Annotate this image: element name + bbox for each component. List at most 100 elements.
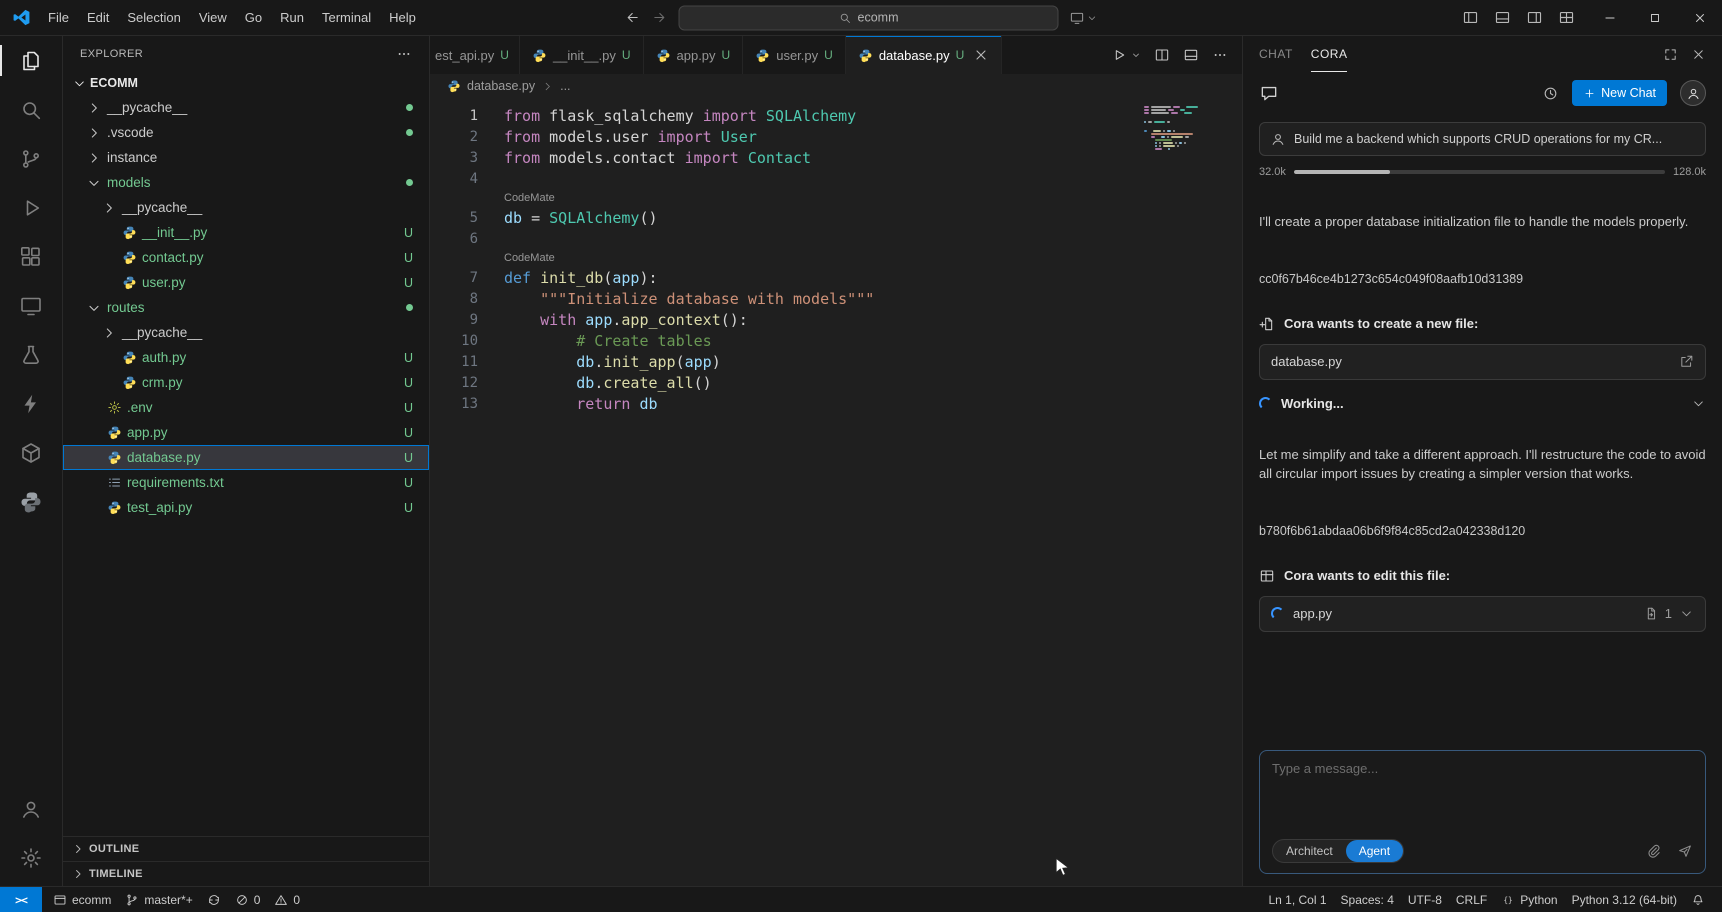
code-editor[interactable]: 1from flask_sqlalchemy import SQLAlchemy… bbox=[430, 98, 1242, 886]
remote-indicator[interactable]: >< bbox=[0, 887, 42, 912]
status-python-interpreter[interactable]: Python 3.12 (64-bit) bbox=[1565, 887, 1684, 912]
codelens[interactable]: CodeMate bbox=[430, 249, 1242, 267]
tree-item-auth-py[interactable]: auth.pyU bbox=[63, 345, 429, 370]
expand-panel-icon[interactable] bbox=[1663, 47, 1678, 62]
toggle-secondary-sidebar-icon[interactable] bbox=[1526, 9, 1543, 26]
menu-run[interactable]: Run bbox=[271, 5, 313, 31]
panel-tab-cora[interactable]: CORA bbox=[1311, 36, 1348, 72]
close-panel-icon[interactable] bbox=[1691, 47, 1706, 62]
activity-remote-explorer[interactable] bbox=[0, 281, 62, 330]
menu-go[interactable]: Go bbox=[236, 5, 271, 31]
ellipsis-icon[interactable] bbox=[1212, 47, 1228, 63]
message-input[interactable]: Type a message... ArchitectAgent bbox=[1259, 750, 1706, 874]
customize-layout-icon[interactable] bbox=[1558, 9, 1575, 26]
tree-item-requirements-txt[interactable]: requirements.txtU bbox=[63, 470, 429, 495]
tree-item-test-api-py[interactable]: test_api.pyU bbox=[63, 495, 429, 520]
codelens[interactable]: CodeMate bbox=[430, 189, 1242, 207]
avatar[interactable] bbox=[1680, 80, 1706, 106]
menu-file[interactable]: File bbox=[39, 5, 78, 31]
tab-init-py[interactable]: __init__.pyU bbox=[520, 36, 644, 74]
menu-help[interactable]: Help bbox=[380, 5, 425, 31]
toggle-panel-icon[interactable] bbox=[1494, 9, 1511, 26]
tree-item-database-py[interactable]: database.pyU bbox=[63, 445, 429, 470]
working-status[interactable]: Working... bbox=[1259, 396, 1706, 411]
status-indentation[interactable]: Spaces: 4 bbox=[1334, 887, 1401, 912]
more-actions-icon[interactable] bbox=[396, 46, 412, 62]
chevron-down-icon[interactable] bbox=[1679, 606, 1694, 621]
created-file-card[interactable]: database.py bbox=[1259, 344, 1706, 380]
new-chat-button[interactable]: New Ch​at bbox=[1572, 80, 1667, 106]
status-cursor-position[interactable]: Ln 1, Col 1 bbox=[1261, 887, 1333, 912]
remote-window-button[interactable] bbox=[1070, 10, 1098, 25]
status-workspace[interactable]: ecomm bbox=[46, 887, 118, 912]
activity-settings[interactable] bbox=[0, 833, 62, 882]
status-errors[interactable]: 0 bbox=[228, 887, 268, 912]
edited-file-card[interactable]: app.py 1 bbox=[1259, 596, 1706, 632]
panel-tab-chat[interactable]: CHAT bbox=[1259, 36, 1293, 72]
tab-app-py[interactable]: app.pyU bbox=[644, 36, 744, 74]
tree-item-env[interactable]: .envU bbox=[63, 395, 429, 420]
tree-item-pycache[interactable]: __pycache__ bbox=[63, 320, 429, 345]
tree-item-pycache[interactable]: __pycache__ bbox=[63, 195, 429, 220]
status-notifications[interactable] bbox=[1684, 887, 1712, 912]
outline-section[interactable]: OUTLINE bbox=[63, 836, 429, 861]
chevron-down-icon[interactable] bbox=[1131, 50, 1141, 60]
toggle-primary-sidebar-icon[interactable] bbox=[1462, 9, 1479, 26]
tree-item-vscode[interactable]: .vscode bbox=[63, 120, 429, 145]
tree-item-contact-py[interactable]: contact.pyU bbox=[63, 245, 429, 270]
activity-accounts[interactable] bbox=[0, 784, 62, 833]
file-change-icon[interactable] bbox=[1643, 606, 1658, 621]
tree-item-routes[interactable]: routes bbox=[63, 295, 429, 320]
attach-icon[interactable] bbox=[1646, 843, 1662, 859]
minimap[interactable] bbox=[1144, 106, 1224, 151]
split-editor-icon[interactable] bbox=[1154, 47, 1170, 63]
minimize-button[interactable] bbox=[1587, 0, 1632, 35]
mode-architect-button[interactable]: Architect bbox=[1273, 840, 1346, 862]
activity-explorer[interactable] bbox=[0, 36, 62, 85]
forward-icon[interactable] bbox=[652, 10, 668, 26]
status-sync[interactable] bbox=[200, 887, 228, 912]
timeline-section[interactable]: TIMELINE bbox=[63, 861, 429, 886]
activity-containers[interactable] bbox=[0, 428, 62, 477]
status-language-mode[interactable]: {}Python bbox=[1494, 887, 1564, 912]
tree-root-ecomm[interactable]: ECOMM bbox=[63, 71, 429, 95]
status-encoding[interactable]: UTF-8 bbox=[1401, 887, 1449, 912]
tab-database-py[interactable]: database.pyU bbox=[846, 36, 1003, 74]
mode-agent-button[interactable]: Agent bbox=[1346, 840, 1403, 862]
maximize-button[interactable] bbox=[1632, 0, 1677, 35]
activity-source-control[interactable] bbox=[0, 134, 62, 183]
menu-edit[interactable]: Edit bbox=[78, 5, 118, 31]
activity-run-and-debug[interactable] bbox=[0, 183, 62, 232]
activity-codemate[interactable] bbox=[0, 379, 62, 428]
status-warnings[interactable]: 0 bbox=[267, 887, 307, 912]
tree-item-pycache[interactable]: __pycache__ bbox=[63, 95, 429, 120]
close-window-button[interactable] bbox=[1677, 0, 1722, 35]
status-git-branch[interactable]: master*+ bbox=[118, 887, 199, 912]
tree-item-app-py[interactable]: app.pyU bbox=[63, 420, 429, 445]
chevron-down-icon[interactable] bbox=[1691, 396, 1706, 411]
chat-bubble-icon[interactable] bbox=[1259, 83, 1279, 103]
search-box[interactable]: ecomm bbox=[679, 5, 1059, 30]
tree-item-instance[interactable]: instance bbox=[63, 145, 429, 170]
tree-item-crm-py[interactable]: crm.pyU bbox=[63, 370, 429, 395]
menu-selection[interactable]: Selection bbox=[118, 5, 189, 31]
activity-python-environments[interactable] bbox=[0, 477, 62, 526]
tree-item-init-py[interactable]: __init__.pyU bbox=[63, 220, 429, 245]
history-icon[interactable] bbox=[1542, 85, 1559, 102]
user-message-box[interactable]: Build me a backend which supports CRUD o… bbox=[1259, 122, 1706, 156]
tab-user-py[interactable]: user.pyU bbox=[743, 36, 846, 74]
menu-terminal[interactable]: Terminal bbox=[313, 5, 380, 31]
play-icon[interactable] bbox=[1111, 47, 1127, 63]
menu-view[interactable]: View bbox=[190, 5, 236, 31]
close-tab-icon[interactable] bbox=[973, 47, 989, 63]
open-file-icon[interactable] bbox=[1679, 354, 1694, 369]
breadcrumb[interactable]: database.py ... bbox=[430, 74, 1242, 98]
tab-est-api-py[interactable]: est_api.pyU bbox=[430, 36, 520, 74]
activity-testing[interactable] bbox=[0, 330, 62, 379]
activity-search[interactable] bbox=[0, 85, 62, 134]
tree-item-user-py[interactable]: user.pyU bbox=[63, 270, 429, 295]
tree-item-models[interactable]: models bbox=[63, 170, 429, 195]
status-eol[interactable]: CRLF bbox=[1449, 887, 1494, 912]
back-icon[interactable] bbox=[625, 10, 641, 26]
send-icon[interactable] bbox=[1677, 843, 1693, 859]
